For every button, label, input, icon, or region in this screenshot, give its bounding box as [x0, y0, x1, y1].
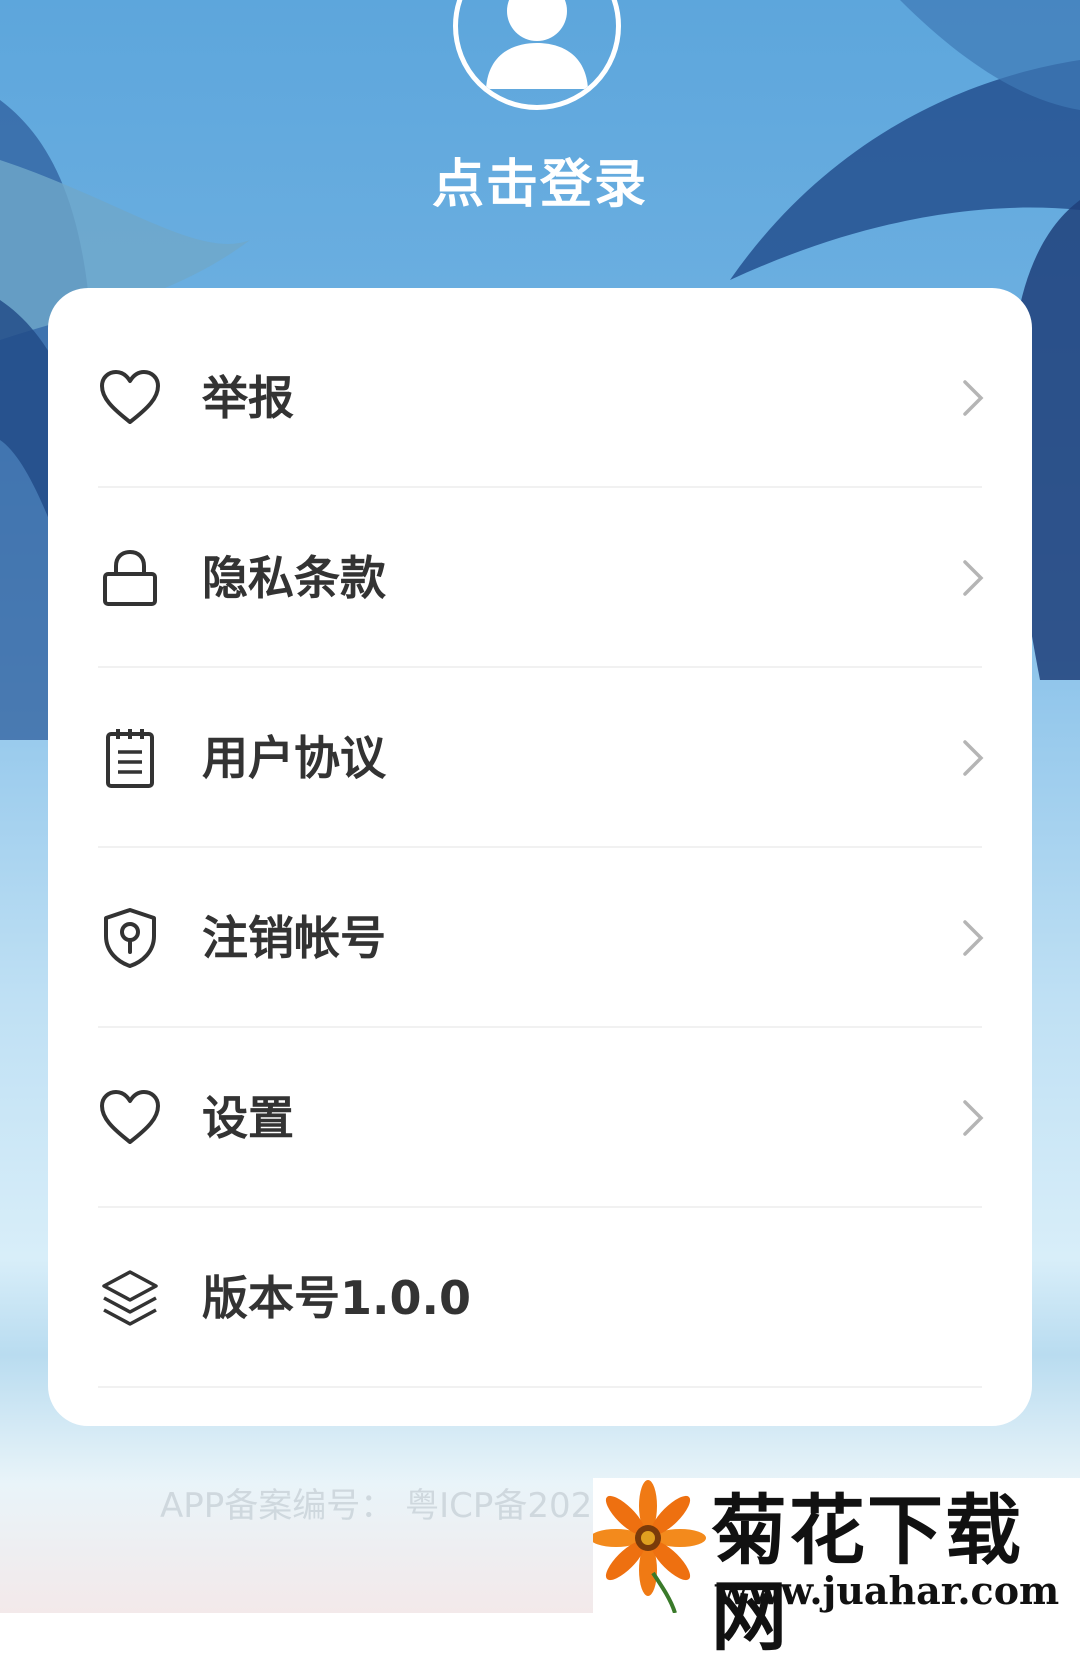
menu-item-delete-account[interactable]: 注销帐号: [48, 848, 1032, 1028]
shield-key-icon: [104, 908, 156, 968]
heart-icon: [100, 1090, 160, 1144]
menu-item-version: 版本号1.0.0: [48, 1208, 1032, 1388]
layers-icon: [102, 1270, 158, 1326]
chevron-right-icon: [963, 740, 984, 776]
flower-logo: [593, 1480, 706, 1613]
divider: [98, 1386, 982, 1388]
menu-item-label: 设置: [202, 1091, 294, 1145]
login-link[interactable]: 点击登录: [0, 142, 1080, 217]
chevron-right-icon: [963, 920, 984, 956]
version-label: 版本号1.0.0: [202, 1271, 471, 1325]
profile-header: 点击登录: [0, 0, 1080, 290]
watermark-url: www.juahar.com: [715, 1568, 1060, 1613]
lock-icon: [103, 549, 157, 606]
menu-card: 举报 隐私条款 用户协议 注销帐号 设置 版本号1.0.0: [48, 288, 1032, 1426]
avatar[interactable]: [453, 0, 621, 110]
notepad-icon: [106, 729, 154, 788]
watermark: 菊花下载网 www.juahar.com: [593, 1478, 1080, 1660]
menu-item-label: 举报: [202, 371, 294, 425]
menu-item-user-agreement[interactable]: 用户协议: [48, 668, 1032, 848]
chevron-right-icon: [963, 380, 984, 416]
menu-item-settings[interactable]: 设置: [48, 1028, 1032, 1208]
menu-item-label: 用户协议: [202, 731, 386, 785]
chevron-right-icon: [963, 560, 984, 596]
menu-item-report[interactable]: 举报: [48, 308, 1032, 488]
menu-item-privacy[interactable]: 隐私条款: [48, 488, 1032, 668]
user-icon: [486, 0, 588, 89]
menu-item-label: 隐私条款: [202, 551, 386, 605]
chevron-right-icon: [963, 1100, 984, 1136]
menu-item-label: 注销帐号: [202, 911, 386, 965]
icp-record-text: APP备案编号： 粤ICP备202: [160, 1486, 593, 1526]
heart-icon: [100, 370, 160, 424]
